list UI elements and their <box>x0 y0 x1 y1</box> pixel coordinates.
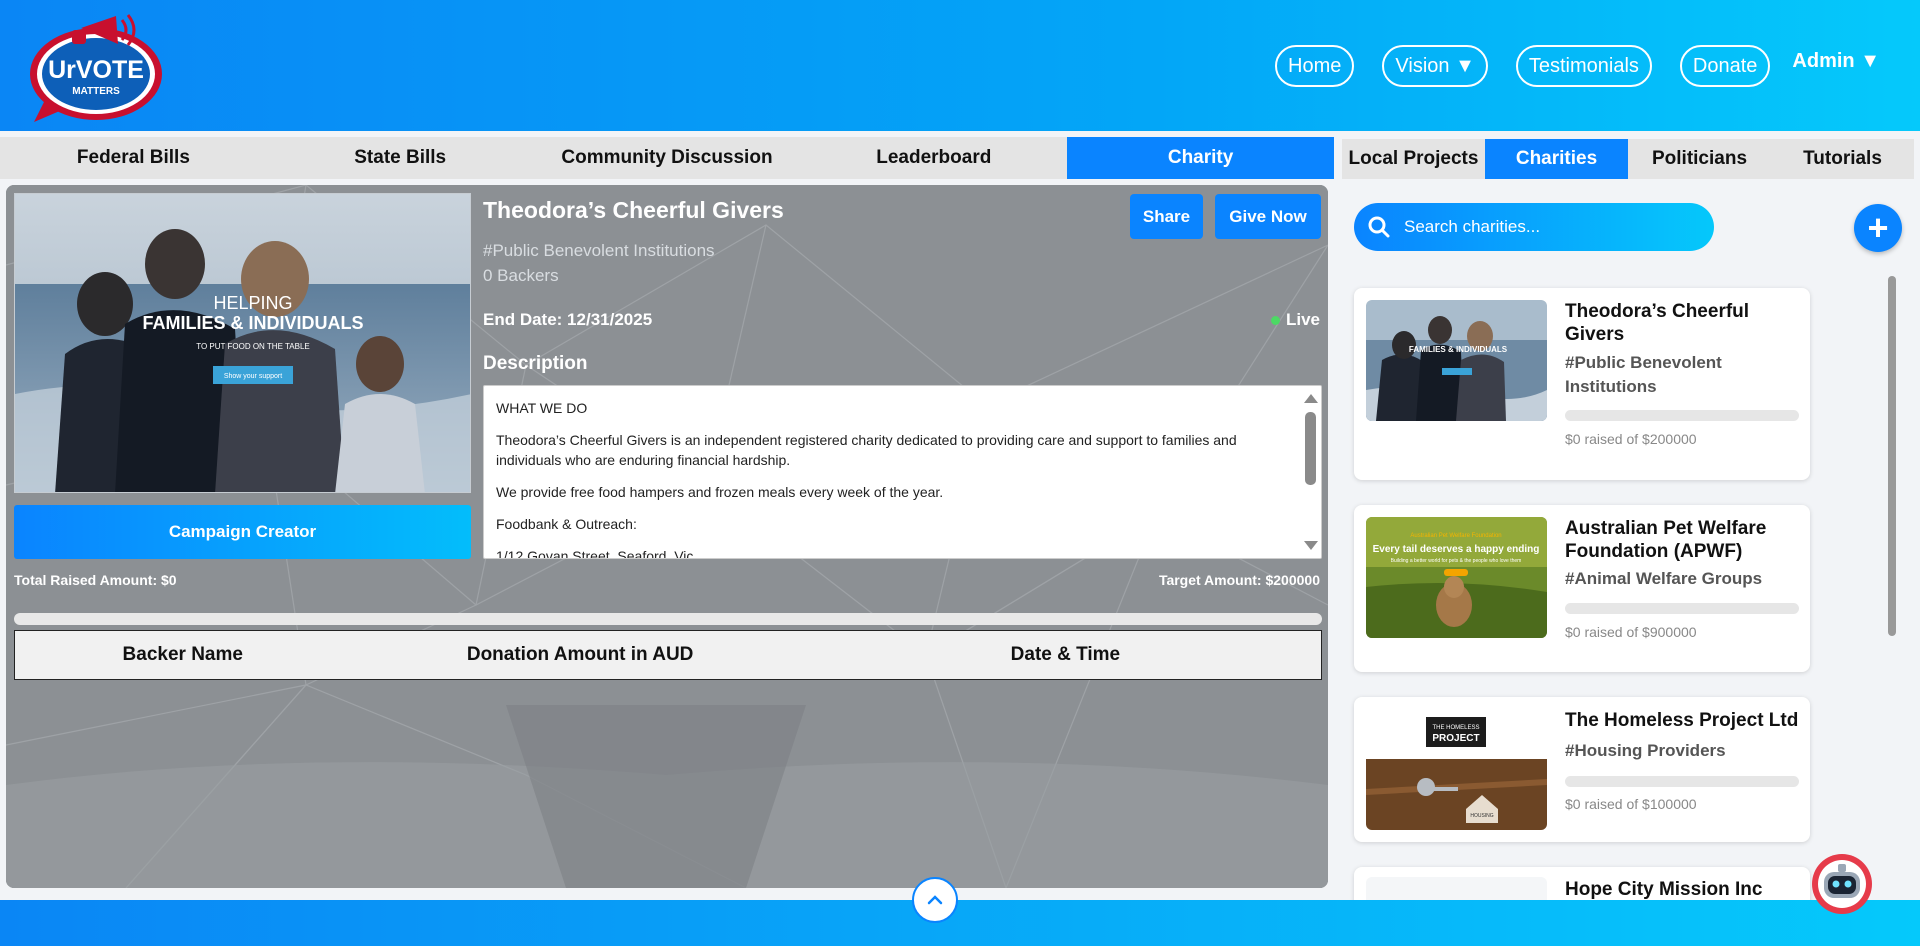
scroll-thumb[interactable] <box>1305 412 1316 485</box>
search-icon <box>1368 216 1390 238</box>
description-text: WHAT WE DO Theodora’s Cheerful Givers is… <box>496 398 1291 559</box>
plus-icon: + <box>1867 207 1889 248</box>
charity-card-raised: $0 raised of $200000 <box>1565 431 1697 447</box>
column-backer-name[interactable]: Backer Name <box>15 644 350 666</box>
card-photo-text: PROJECT <box>1432 733 1479 744</box>
hero-text-2: FAMILIES & INDIVIDUALS <box>142 313 363 333</box>
charity-detail-panel: HELPING FAMILIES & INDIVIDUALS TO PUT FO… <box>6 185 1328 888</box>
give-now-button[interactable]: Give Now <box>1215 194 1321 239</box>
charity-card[interactable]: Australian Pet Welfare Foundation Every … <box>1354 505 1810 672</box>
sidebar-scrollbar[interactable] <box>1888 276 1896 636</box>
charity-card-image: Australian Pet Welfare Foundation Every … <box>1366 517 1547 638</box>
status-label: Live <box>1285 310 1320 329</box>
charity-card-category: #Animal Welfare Groups <box>1565 569 1763 588</box>
card-photo-text: THE HOMELESS <box>1432 725 1479 731</box>
charity-category: #Public Benevolent Institutions <box>483 241 715 260</box>
hero-text-1: HELPING <box>213 293 292 313</box>
charity-card-title: Hope City Mission Inc <box>1565 879 1763 900</box>
tab-politicians[interactable]: Politicians <box>1628 139 1771 179</box>
backers-count: 0 Backers <box>483 266 559 285</box>
card-photo-text: Australian Pet Welfare Foundation <box>1410 533 1501 539</box>
card-photo: Australian Pet Welfare Foundation Every … <box>1366 517 1547 638</box>
description-box[interactable]: WHAT WE DO Theodora’s Cheerful Givers is… <box>483 385 1322 559</box>
description-label: Description <box>483 353 588 374</box>
charity-card-title: Australian Pet Welfare Foundation (APWF) <box>1565 518 1767 562</box>
logo-subtext: MATTERS <box>72 86 120 97</box>
urvote-logo[interactable]: UrVOTE MATTERS <box>26 10 166 125</box>
charity-title: Theodora’s Cheerful Givers <box>483 197 784 223</box>
nav-admin[interactable]: Admin ▼ <box>1792 50 1880 73</box>
tab-state-bills[interactable]: State Bills <box>267 137 534 179</box>
backers-table-header: Backer Name Donation Amount in AUD Date … <box>14 630 1322 680</box>
header: UrVOTE MATTERS Home Vision ▼ Testimonial… <box>0 0 1920 131</box>
charity-hero-image: HELPING FAMILIES & INDIVIDUALS TO PUT FO… <box>14 193 471 493</box>
sidebar-tabs: Local Projects Charities Politicians Tut… <box>1342 139 1914 179</box>
charity-card[interactable]: FAMILIES & INDIVIDUALS Theodora’s Cheerf… <box>1354 288 1810 480</box>
charity-card-raised: $0 raised of $900000 <box>1565 624 1697 640</box>
charity-card-category: #Public Benevolent Institutions <box>1565 353 1722 396</box>
description-paragraph: WHAT WE DO <box>496 400 588 416</box>
add-charity-button[interactable]: + <box>1854 204 1902 252</box>
total-raised: Total Raised Amount: $0 <box>14 572 177 588</box>
share-button[interactable]: Share <box>1130 194 1203 239</box>
top-nav: Home Vision ▼ Testimonials Donate Admin … <box>1275 45 1880 87</box>
footer <box>0 900 1920 946</box>
description-paragraph: Theodora’s Cheerful Givers is an indepen… <box>496 432 1237 468</box>
tab-federal-bills[interactable]: Federal Bills <box>0 137 267 179</box>
chevron-up-icon <box>927 895 943 905</box>
charity-card-progress <box>1565 410 1799 421</box>
tab-charity[interactable]: Charity <box>1067 137 1334 179</box>
charity-card-title: Theodora’s Cheerful Givers <box>1565 301 1750 345</box>
end-date: End Date: 12/31/2025 <box>483 310 653 329</box>
tab-leaderboard[interactable]: Leaderboard <box>800 137 1067 179</box>
tab-charities[interactable]: Charities <box>1485 139 1628 179</box>
hero-cta: Show your support <box>224 373 282 380</box>
live-dot-icon <box>1270 315 1280 325</box>
card-photo-text: HOUSING <box>1470 813 1493 819</box>
nav-donate[interactable]: Donate <box>1679 45 1771 87</box>
search-bar <box>1354 203 1714 251</box>
campaign-creator-button[interactable]: Campaign Creator <box>14 505 471 559</box>
card-photo-text: Building a better world for pets & the p… <box>1391 558 1522 564</box>
charity-card[interactable]: THE HOMELESS PROJECT HOUSING The Homeles… <box>1354 697 1810 842</box>
card-photo-text: Every tail deserves a happy ending <box>1373 544 1540 555</box>
funding-progress-bar <box>14 613 1322 625</box>
charity-card-raised: $0 raised of $100000 <box>1565 796 1697 812</box>
nav-testimonials[interactable]: Testimonials <box>1515 45 1652 87</box>
search-input[interactable] <box>1402 216 1702 238</box>
description-paragraph: 1/12 Govan Street, Seaford, Vic <box>496 548 694 559</box>
card-photo: THE HOMELESS PROJECT HOUSING <box>1366 709 1547 830</box>
charity-card-progress <box>1565 776 1799 787</box>
column-donation-amount[interactable]: Donation Amount in AUD <box>350 644 809 666</box>
scroll-up-icon[interactable] <box>1304 394 1318 403</box>
charity-card-image: FAMILIES & INDIVIDUALS <box>1366 300 1547 421</box>
tab-community-discussion[interactable]: Community Discussion <box>534 137 801 179</box>
charity-card-title: The Homeless Project Ltd <box>1565 710 1799 731</box>
tab-tutorials[interactable]: Tutorials <box>1771 139 1914 179</box>
description-paragraph: Foodbank & Outreach: <box>496 516 637 532</box>
card-photo-text: FAMILIES & INDIVIDUALS <box>1409 345 1508 354</box>
column-date-time[interactable]: Date & Time <box>810 644 1321 666</box>
hero-text-3: TO PUT FOOD ON THE TABLE <box>196 342 310 351</box>
target-amount: Target Amount: $200000 <box>1158 572 1320 588</box>
nav-home[interactable]: Home <box>1275 45 1355 87</box>
scroll-to-top-button[interactable] <box>912 877 958 923</box>
hero-photo: HELPING FAMILIES & INDIVIDUALS TO PUT FO… <box>15 194 470 492</box>
charity-card-image: THE HOMELESS PROJECT HOUSING <box>1366 709 1547 830</box>
charity-card-category: #Housing Providers <box>1565 741 1726 760</box>
charity-card-progress <box>1565 603 1799 614</box>
status-badge: Live <box>1270 310 1320 330</box>
logo-text: UrVOTE <box>48 56 144 84</box>
description-scrollbar[interactable] <box>1299 386 1321 558</box>
scroll-down-icon[interactable] <box>1304 541 1318 550</box>
main-tabs: Federal Bills State Bills Community Disc… <box>0 137 1334 179</box>
chatbot-icon[interactable] <box>1810 852 1874 916</box>
card-photo: FAMILIES & INDIVIDUALS <box>1366 300 1547 421</box>
nav-vision[interactable]: Vision ▼ <box>1382 45 1488 87</box>
tab-local-projects[interactable]: Local Projects <box>1342 139 1485 179</box>
description-paragraph: We provide free food hampers and frozen … <box>496 484 944 500</box>
